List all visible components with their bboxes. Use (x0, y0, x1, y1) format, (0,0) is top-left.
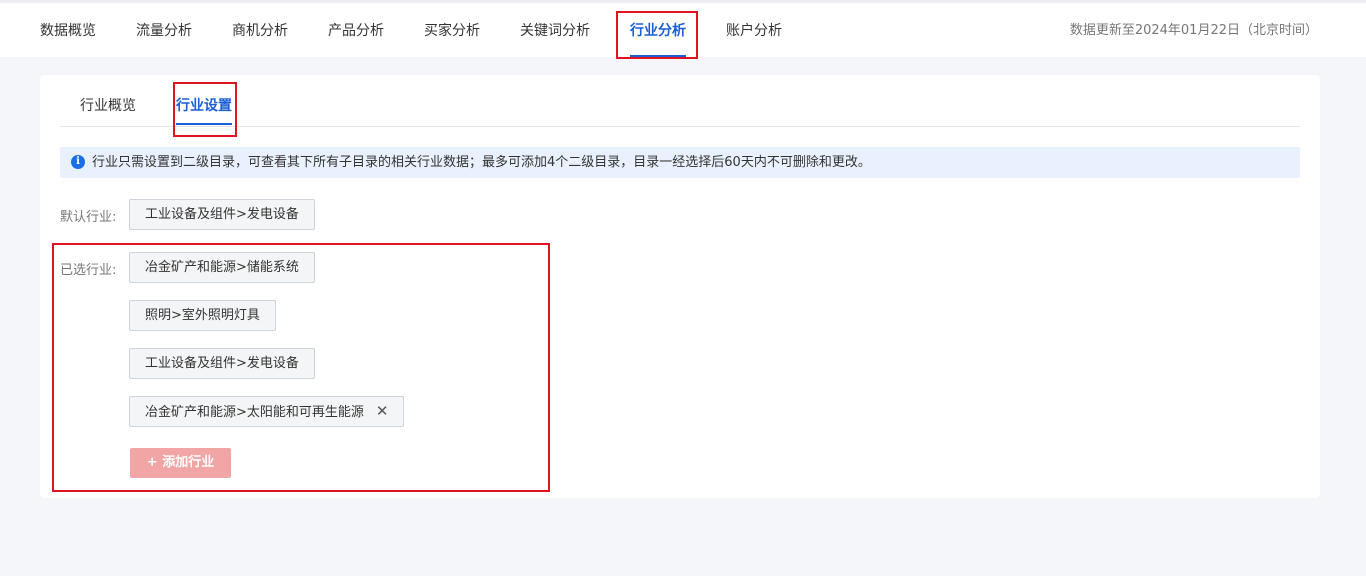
default-industry-label: 默认行业: (60, 210, 117, 225)
info-icon: i (71, 155, 85, 169)
add-industry-button[interactable]: + 添加行业 (130, 448, 231, 478)
selected-industry-tag-4-label: 冶金矿产和能源>太阳能和可再生能源 (145, 405, 364, 420)
selected-industry-tag-3: 工业设备及组件>发电设备 (129, 348, 315, 379)
nav-tab-opportunity[interactable]: 商机分析 (232, 3, 288, 57)
remove-icon[interactable]: ✕ (376, 397, 389, 426)
nav-tab-buyer[interactable]: 买家分析 (424, 3, 480, 57)
selected-industry-tag-4: 冶金矿产和能源>太阳能和可再生能源 ✕ (129, 396, 405, 427)
settings-card: 行业概览 行业设置 i 行业只需设置到二级目录，可查看其下所有子目录的相关行业数… (40, 75, 1320, 498)
data-update-time: 数据更新至2024年01月22日（北京时间） (1069, 23, 1318, 38)
nav-tab-product[interactable]: 产品分析 (328, 3, 384, 57)
top-nav-bar: 数据概览 流量分析 商机分析 产品分析 买家分析 关键词分析 行业分析 账户分析… (0, 0, 1366, 57)
nav-tab-overview[interactable]: 数据概览 (40, 3, 96, 57)
subtab-industry-settings-label: 行业设置 (176, 98, 232, 114)
nav-tab-industry-label: 行业分析 (630, 23, 686, 39)
notice-text: 行业只需设置到二级目录，可查看其下所有子目录的相关行业数据；最多可添加4个二级目… (92, 155, 871, 170)
nav-tab-traffic[interactable]: 流量分析 (136, 3, 192, 57)
subtab-divider (60, 126, 1300, 127)
nav-tab-account[interactable]: 账户分析 (726, 3, 782, 57)
selected-industry-label: 已选行业: (60, 263, 117, 278)
subtab-industry-settings[interactable]: 行业设置 (176, 85, 232, 125)
active-tab-underline (630, 55, 686, 57)
notice-banner: i 行业只需设置到二级目录，可查看其下所有子目录的相关行业数据；最多可添加4个二… (60, 147, 1300, 178)
nav-tab-keyword[interactable]: 关键词分析 (520, 3, 590, 57)
selected-industry-tag-2: 照明>室外照明灯具 (129, 300, 276, 331)
active-subtab-underline (176, 123, 232, 125)
default-industry-tag: 工业设备及组件>发电设备 (129, 199, 315, 230)
nav-tab-industry[interactable]: 行业分析 (630, 3, 686, 57)
selected-industry-tag-1: 冶金矿产和能源>储能系统 (129, 252, 315, 283)
subtab-industry-overview[interactable]: 行业概览 (80, 85, 136, 125)
